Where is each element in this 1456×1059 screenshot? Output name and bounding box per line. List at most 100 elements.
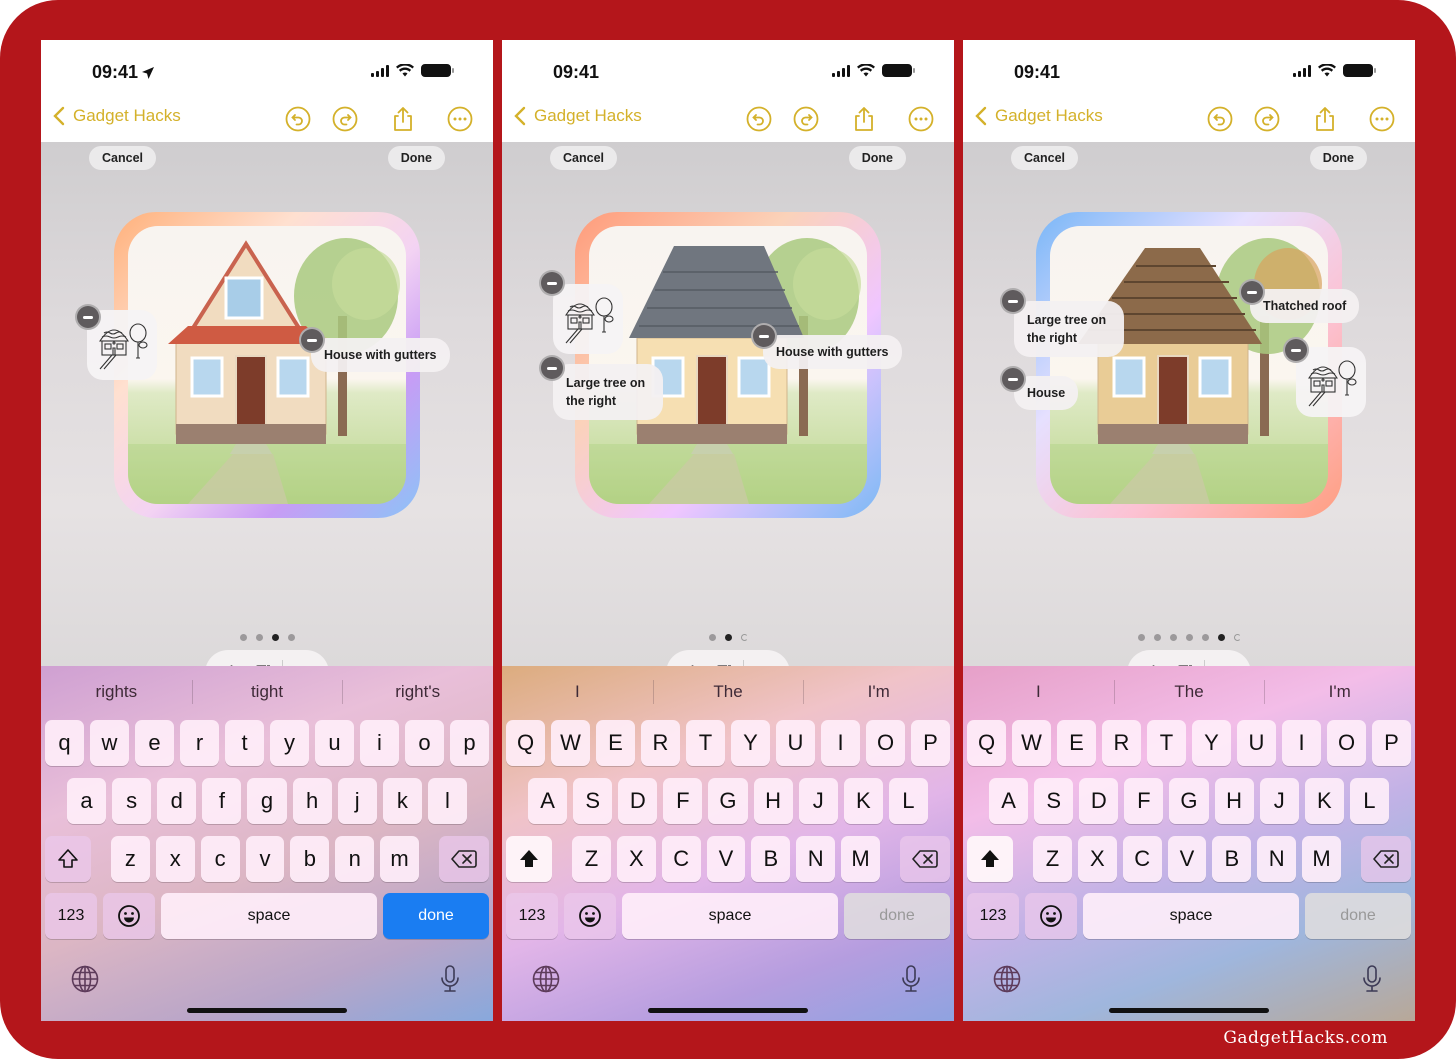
key-u[interactable]: U [1237,720,1276,766]
page-dot[interactable] [287,634,295,641]
shift-key[interactable] [45,836,91,882]
key-p[interactable]: P [911,720,950,766]
key-o[interactable]: O [866,720,905,766]
suggestion-item[interactable]: The [1113,674,1265,710]
key-c[interactable]: c [200,836,240,882]
page-dot[interactable] [1169,634,1177,641]
key-m[interactable]: M [1302,836,1342,882]
key-n[interactable]: n [335,836,375,882]
key-x[interactable]: X [616,836,656,882]
page-dot[interactable] [1217,634,1225,641]
suggestion-item[interactable]: tight [191,674,343,710]
back-button[interactable]: Gadget Hacks [514,106,642,126]
remove-tag-button[interactable] [539,355,565,381]
remove-tag-button[interactable] [299,327,325,353]
key-b[interactable]: B [751,836,791,882]
key-h[interactable]: H [753,778,793,824]
key-q[interactable]: q [45,720,84,766]
cancel-button[interactable]: Cancel [1011,146,1078,170]
key-r[interactable]: R [1102,720,1141,766]
remove-tag-button[interactable] [1283,337,1309,363]
remove-tag-button[interactable] [1000,366,1026,392]
key-h[interactable]: h [292,778,332,824]
key-r[interactable]: R [641,720,680,766]
key-z[interactable]: Z [572,836,611,882]
key-e[interactable]: e [135,720,174,766]
undo-icon[interactable] [746,106,772,132]
emoji-key[interactable] [103,893,155,939]
suggestion-item[interactable]: I'm [803,674,954,710]
undo-icon[interactable] [285,106,311,132]
key-a[interactable]: A [528,778,568,824]
done-button[interactable]: Done [387,146,445,170]
key-d[interactable]: d [157,778,197,824]
done-key[interactable]: done [383,893,489,939]
suggestion-item[interactable]: The [652,674,804,710]
page-dot[interactable] [239,634,247,641]
key-f[interactable]: f [202,778,242,824]
page-dot[interactable] [1201,634,1209,641]
key-u[interactable]: u [315,720,354,766]
key-c[interactable]: C [661,836,701,882]
key-s[interactable]: S [1034,778,1074,824]
key-d[interactable]: D [618,778,658,824]
suggestion-item[interactable]: rights [41,674,192,710]
key-j[interactable]: J [798,778,838,824]
key-z[interactable]: z [111,836,150,882]
done-button[interactable]: Done [1309,146,1367,170]
suggestion-item[interactable]: I [502,674,653,710]
space-key[interactable]: space [622,893,838,939]
key-b[interactable]: b [290,836,330,882]
page-dot[interactable] [1137,634,1145,641]
key-q[interactable]: Q [506,720,545,766]
key-w[interactable]: w [90,720,129,766]
emoji-key[interactable] [564,893,616,939]
key-v[interactable]: V [706,836,746,882]
key-n[interactable]: N [796,836,836,882]
key-c[interactable]: C [1122,836,1162,882]
key-r[interactable]: r [180,720,219,766]
numbers-key[interactable]: 123 [506,893,558,939]
home-indicator[interactable] [648,1008,808,1013]
key-a[interactable]: a [67,778,107,824]
delete-key[interactable] [900,836,951,882]
shift-key[interactable] [967,836,1013,882]
remove-tag-button[interactable] [1000,288,1026,314]
key-x[interactable]: x [155,836,195,882]
key-j[interactable]: J [1259,778,1299,824]
page-dot[interactable] [708,634,716,641]
key-z[interactable]: Z [1033,836,1072,882]
key-w[interactable]: W [551,720,590,766]
key-v[interactable]: v [245,836,285,882]
key-t[interactable]: t [225,720,264,766]
key-x[interactable]: X [1077,836,1117,882]
share-icon[interactable] [390,106,416,132]
key-t[interactable]: T [686,720,725,766]
more-icon[interactable] [1369,106,1395,132]
key-f[interactable]: F [1124,778,1164,824]
key-f[interactable]: F [663,778,703,824]
share-icon[interactable] [851,106,877,132]
suggestion-item[interactable]: right's [342,674,493,710]
remove-tag-button[interactable] [751,323,777,349]
home-indicator[interactable] [187,1008,347,1013]
key-l[interactable]: L [888,778,928,824]
key-w[interactable]: W [1012,720,1051,766]
page-dot[interactable] [271,634,279,641]
cancel-button[interactable]: Cancel [89,146,156,170]
key-m[interactable]: M [841,836,881,882]
space-key[interactable]: space [1083,893,1299,939]
key-g[interactable]: G [1169,778,1209,824]
key-k[interactable]: K [1304,778,1344,824]
suggestion-item[interactable]: I'm [1264,674,1415,710]
key-k[interactable]: k [382,778,422,824]
key-e[interactable]: E [596,720,635,766]
key-l[interactable]: L [1349,778,1389,824]
key-a[interactable]: A [989,778,1029,824]
key-s[interactable]: S [573,778,613,824]
page-dot[interactable] [1153,634,1161,641]
key-b[interactable]: B [1212,836,1252,882]
microphone-icon[interactable] [896,964,926,994]
globe-icon[interactable] [992,964,1022,994]
page-indicator[interactable] [41,634,493,641]
